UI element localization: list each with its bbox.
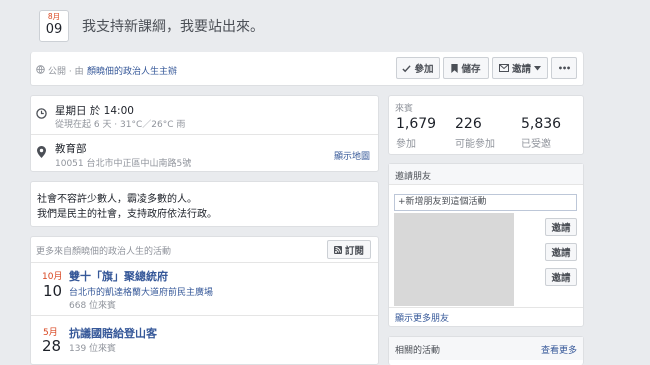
clock-icon — [36, 108, 47, 119]
envelope-icon — [498, 64, 509, 72]
bookmark-icon — [451, 63, 459, 73]
going-count[interactable]: 1,679 — [396, 116, 436, 132]
event-item-guests: 668 位來賓 — [69, 301, 117, 311]
event-title: 我支持新課綱，我要站出來。 — [82, 19, 264, 35]
maybe-count[interactable]: 226 — [455, 116, 482, 132]
guests-header: 來賓 — [395, 104, 414, 114]
invited-label: 已受邀 — [521, 139, 551, 150]
map-pin-icon — [37, 146, 46, 158]
save-button[interactable]: 儲存 — [443, 57, 489, 79]
invited-count[interactable]: 5,836 — [521, 116, 561, 132]
event-item-location: 台北市的凱達格蘭大道府前民主廣場 — [69, 285, 213, 298]
event-time: 星期日 於 14:00 — [55, 105, 134, 117]
description-line-1: 社會不容許少數人，霸凌多數的人。 — [37, 194, 197, 205]
invite-friend-input[interactable]: +新增朋友到這個活動 — [394, 194, 577, 211]
event-item-location-link[interactable]: 台北市 — [69, 288, 96, 298]
see-more-link[interactable]: 查看更多 — [541, 343, 577, 356]
event-item-day: 28 — [42, 337, 62, 355]
date-day: 09 — [45, 22, 63, 37]
event-item[interactable]: 10月 10 雙十「旗」聚總統府 台北市的凱達格蘭大道府前民主廣場 668 位來… — [31, 263, 378, 315]
event-item-day: 10 — [43, 282, 63, 300]
event-item-location-rest[interactable]: 的凱達格蘭大道府前民主廣場 — [96, 288, 213, 298]
invite-friend-button[interactable]: 邀請 — [545, 243, 577, 261]
event-item-month: 10月 — [42, 272, 63, 282]
date-month: 8月 — [47, 12, 61, 21]
more-events-header: 更多來自顏曉佃的政治人生的活動 — [36, 247, 172, 257]
invite-friends-header: 邀請朋友 — [395, 172, 432, 182]
more-options-button[interactable]: ••• — [551, 57, 577, 79]
show-more-friends-link[interactable]: 顯示更多朋友 — [395, 311, 449, 324]
chevron-down-icon — [534, 65, 541, 71]
invite-friend-button[interactable]: 邀請 — [545, 218, 577, 236]
related-events-header: 相關的活動 — [395, 346, 441, 356]
event-item-title[interactable]: 抗議國賠給登山客 — [69, 325, 157, 341]
invite-divider — [389, 307, 583, 308]
join-button[interactable]: 參加 — [396, 57, 440, 79]
event-item-guests: 139 位來賓 — [69, 344, 117, 354]
event-item[interactable]: 5月 28 抗議國賠給登山客 139 位來賓 — [31, 316, 378, 364]
globe-icon — [36, 65, 45, 74]
privacy-label: 公開 · 由 — [48, 67, 84, 77]
rss-icon — [333, 245, 342, 254]
place-address: 10051 台北市中正區中山南路5號 — [55, 159, 192, 169]
invite-button[interactable]: 邀請 — [492, 57, 548, 79]
details-divider — [31, 134, 378, 135]
invite-friend-button[interactable]: 邀請 — [545, 268, 577, 286]
date-badge: 8月 09 — [39, 10, 69, 42]
join-check-icon — [402, 64, 412, 73]
show-map-link[interactable]: 顯示地圖 — [334, 149, 370, 162]
friend-avatars-block — [394, 213, 514, 306]
host-link[interactable]: 顏曉佃的政治人生主辦 — [87, 64, 177, 77]
maybe-label: 可能參加 — [455, 139, 495, 150]
subscribe-button[interactable]: 訂閱 — [327, 240, 371, 259]
event-item-title[interactable]: 雙十「旗」聚總統府 — [69, 268, 168, 284]
event-weather: 從現在起 6 天 · 31°C／26°C 雨 — [55, 120, 186, 130]
going-label: 參加 — [396, 139, 416, 150]
place-name[interactable]: 教育部 — [55, 141, 87, 156]
description-line-2: 我們是民主的社會，支持政府依法行政。 — [37, 209, 217, 220]
